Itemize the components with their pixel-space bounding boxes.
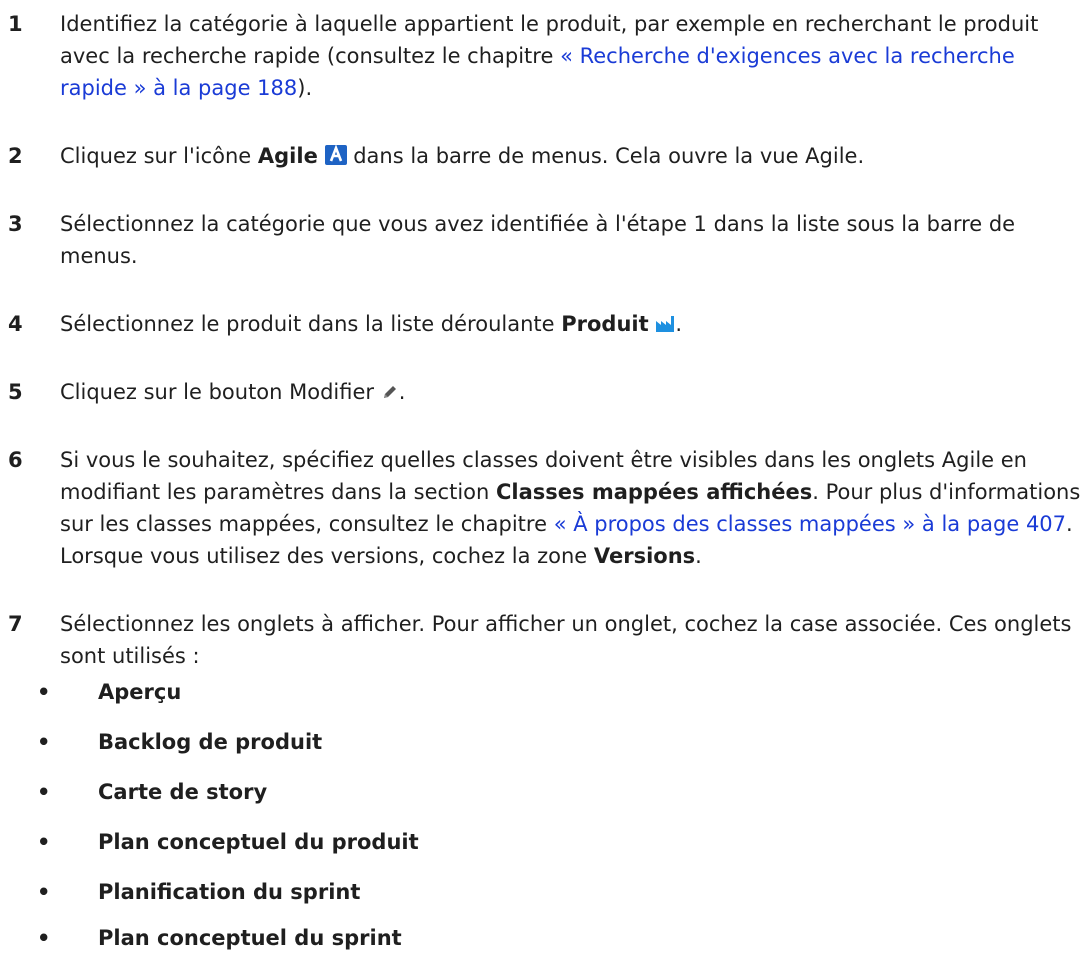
pencil-icon [381, 378, 399, 410]
step-text: Sélectionnez les onglets à afficher. Pou… [60, 612, 1072, 668]
step-text: Sélectionnez la catégorie que vous avez … [60, 212, 1016, 268]
step-text-part: Sélectionnez le produit dans la liste dé… [60, 312, 562, 336]
step-number: 7 [8, 612, 23, 636]
bullet: • [37, 880, 51, 904]
step-text: Identifiez la catégorie à laquelle appar… [60, 8, 1088, 104]
step-text: Cliquez sur l'icône Agile dans la barre … [60, 140, 1088, 174]
agile-icon [324, 142, 347, 174]
step-number: 6 [8, 448, 23, 472]
tab-name: Plan conceptuel du sprint [98, 926, 402, 950]
tab-name: Aperçu [98, 680, 182, 704]
bullet: • [37, 780, 51, 804]
bullet: • [37, 680, 51, 704]
step-text: Cliquez sur le bouton Modifier . [60, 376, 1088, 410]
step-text-part: dans la barre de menus. Cela ouvre la vu… [346, 144, 865, 168]
step-text-part: Cliquez sur l'icône [60, 144, 258, 168]
step-number: 2 [8, 144, 23, 168]
step-text: Si vous le souhaitez, spécifiez quelles … [60, 444, 1088, 572]
step-text-part: ). [297, 76, 313, 100]
step-text-part: Cliquez sur le bouton Modifier [60, 380, 381, 404]
ui-term-versions: Versions [593, 544, 696, 568]
tab-name: Plan conceptuel du produit [98, 830, 419, 854]
step-number: 1 [8, 12, 23, 36]
step-text-part: . [398, 380, 406, 404]
step-text: Sélectionnez le produit dans la liste dé… [60, 308, 1088, 342]
bullet: • [37, 926, 51, 950]
xref-link-mapped-classes[interactable]: « À propos des classes mappées » à la pa… [554, 512, 1066, 536]
tab-name: Backlog de produit [98, 730, 323, 754]
tab-name: Planification du sprint [98, 880, 361, 904]
ui-term-produit: Produit [561, 312, 649, 336]
step-text-part: . [695, 544, 702, 568]
step-number: 5 [8, 380, 23, 404]
ui-term-agile: Agile [257, 144, 318, 168]
bullet: • [37, 830, 51, 854]
bullet: • [37, 730, 51, 754]
tab-name: Carte de story [98, 780, 268, 804]
ui-term-classes-mappees: Classes mappées affichées [496, 480, 813, 504]
step-text-part: . [675, 312, 683, 336]
step-number: 3 [8, 212, 23, 236]
product-factory-icon [655, 310, 675, 342]
document-page: 1 Identifiez la catégorie à laquelle app… [0, 0, 1092, 950]
step-number: 4 [8, 312, 23, 336]
